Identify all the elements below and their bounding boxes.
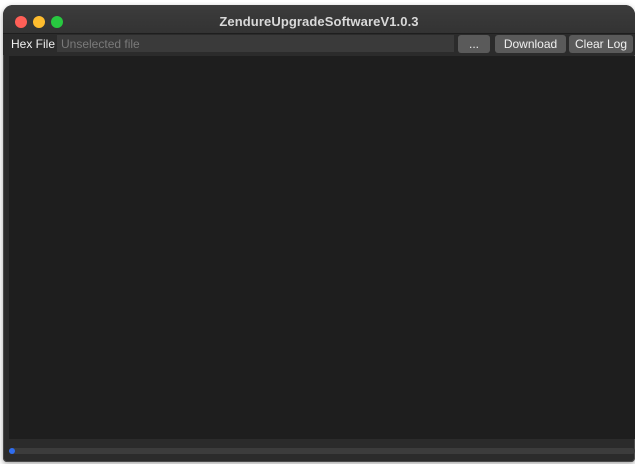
- download-button[interactable]: Download: [495, 35, 566, 53]
- browse-file-button[interactable]: ...: [458, 35, 490, 53]
- app-window: ZendureUpgradeSoftwareV1.0.3 Hex File ..…: [3, 5, 635, 462]
- toolbar: Hex File ... Download Clear Log: [3, 34, 635, 55]
- hex-file-label: Hex File: [11, 37, 56, 51]
- upgrade-progress-bar: [9, 448, 635, 454]
- title-bar[interactable]: ZendureUpgradeSoftwareV1.0.3: [3, 5, 635, 34]
- progress-bar-fill: [9, 448, 16, 454]
- hex-file-path-input[interactable]: [57, 35, 454, 52]
- clear-log-button[interactable]: Clear Log: [569, 35, 633, 53]
- window-title: ZendureUpgradeSoftwareV1.0.3: [219, 14, 419, 29]
- log-output-area[interactable]: [9, 56, 635, 439]
